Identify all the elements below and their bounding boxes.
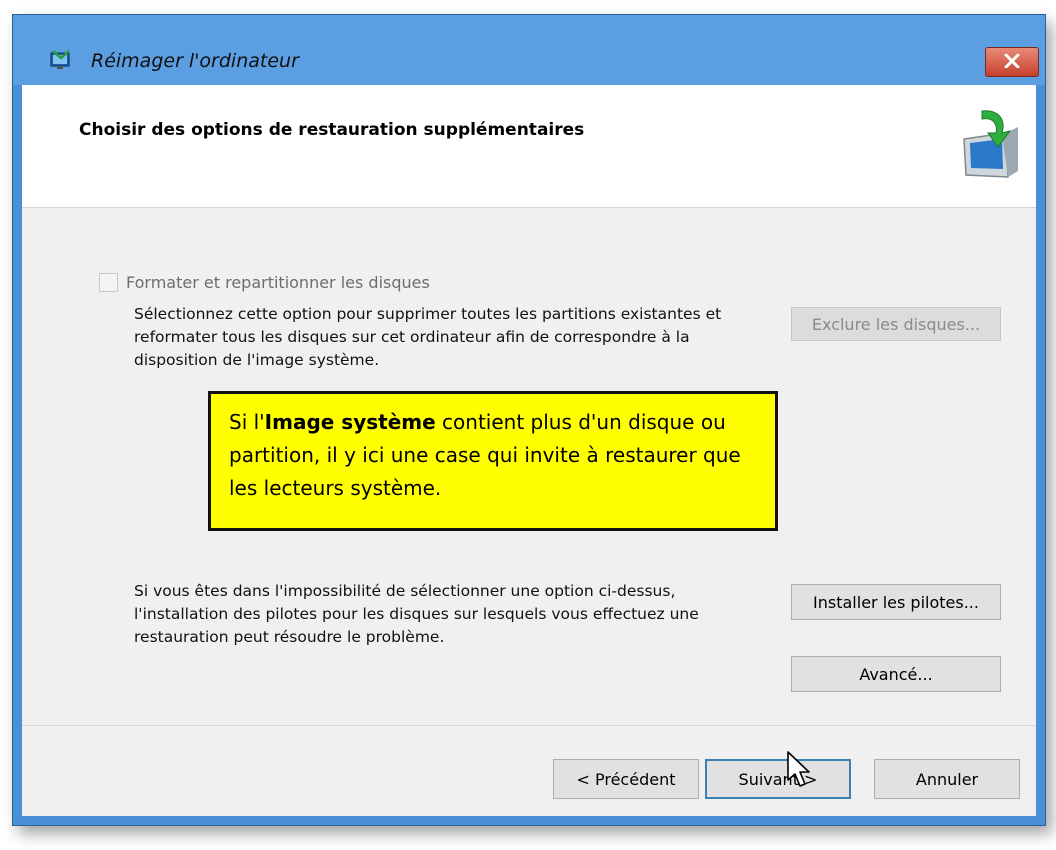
callout-bold: Image système [264,410,436,434]
mouse-pointer-icon [786,750,812,790]
annotation-callout: Si l'Image système contient plus d'un di… [208,391,778,531]
dialog-client-area: Choisir des options de restauration supp… [22,85,1036,816]
callout-prefix: Si l' [229,410,265,434]
close-icon [1004,53,1020,72]
close-button[interactable] [985,47,1039,77]
format-option: Formater et repartitionner les disques [99,273,430,292]
wizard-header: Choisir des options de restauration supp… [22,85,1036,208]
page-title: Choisir des options de restauration supp… [79,120,585,140]
format-disks-checkbox[interactable] [99,273,118,292]
footer-divider [22,725,1036,726]
window-title: Réimager l'ordinateur [91,50,299,72]
previous-button[interactable]: < Précédent [553,759,699,799]
restore-window-icon [49,49,73,71]
cancel-button[interactable]: Annuler [874,759,1020,799]
reimage-window: Réimager l'ordinateur Choisir des option… [12,14,1046,826]
format-description: Sélectionnez cette option pour supprimer… [134,305,722,369]
next-button[interactable]: Suivant > [705,759,851,799]
title-bar[interactable]: Réimager l'ordinateur [13,15,1045,85]
monitor-restore-icon [958,105,1022,185]
install-drivers-button[interactable]: Installer les pilotes... [791,584,1001,620]
exclude-disks-button[interactable]: Exclure les disques... [791,307,1001,341]
advanced-button[interactable]: Avancé... [791,656,1001,692]
format-disks-label: Formater et repartitionner les disques [126,273,430,292]
driver-help-text: Si vous êtes dans l'impossibilité de sél… [134,582,699,646]
